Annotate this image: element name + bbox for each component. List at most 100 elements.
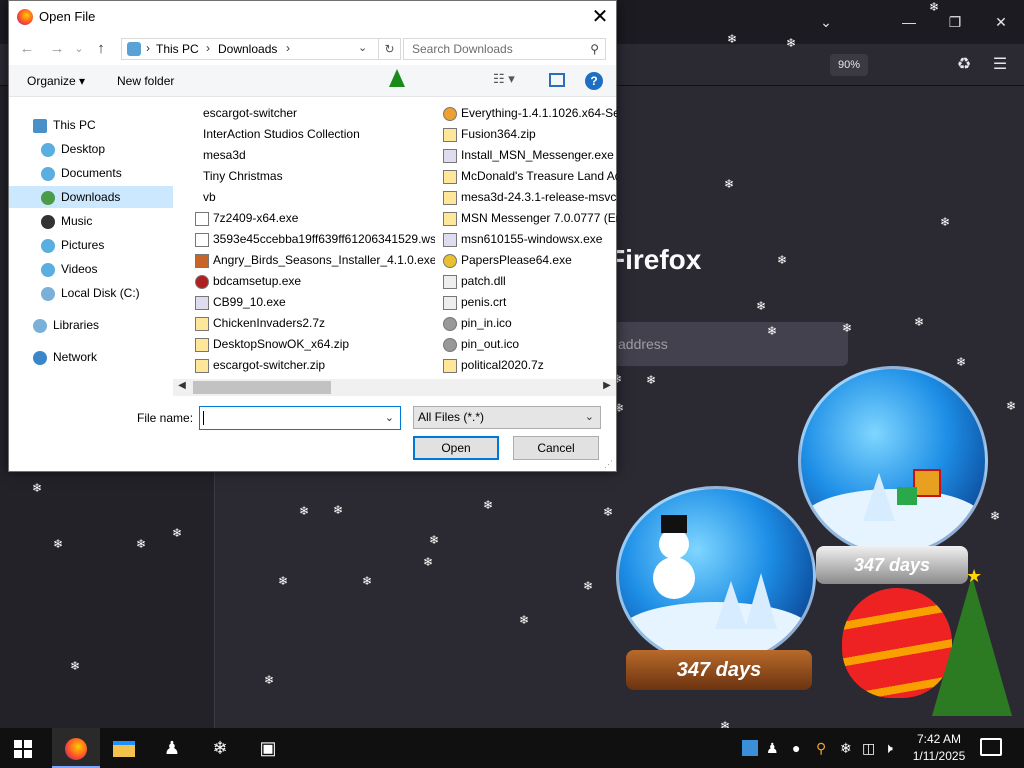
file-type-select[interactable]: All Files (*.*) ⌄ [413, 406, 601, 429]
file-item[interactable]: mesa3d [189, 145, 429, 165]
tray-droplet-icon[interactable]: ● [792, 740, 800, 756]
file-item[interactable]: Angry_Birds_Seasons_Installer_4.1.0.exe [195, 250, 435, 270]
recent-locations-chevron-icon[interactable]: ⌄ [73, 39, 85, 59]
firefox-search-field[interactable]: address [600, 322, 848, 366]
tray-snowflake-icon[interactable]: ❄ [840, 740, 852, 757]
breadcrumb-downloads[interactable]: Downloads [218, 42, 277, 56]
back-arrow-icon[interactable]: ← [17, 39, 37, 59]
nav-label: Libraries [53, 318, 100, 332]
tray-everything-icon[interactable]: ⚲ [816, 740, 826, 757]
installer-icon [195, 295, 209, 310]
tray-network-people-icon[interactable]: ♟ [766, 740, 779, 757]
nav-item-videos[interactable]: Videos [41, 258, 173, 280]
file-item[interactable]: InterAction Studios Collection [189, 124, 429, 144]
nav-label: Documents [61, 166, 122, 180]
search-input[interactable]: Search Downloads ⚲ [403, 38, 606, 60]
puzzle-icon[interactable]: ♻ [952, 54, 976, 76]
file-item[interactable]: CB99_10.exe [195, 292, 435, 312]
file-explorer-icon[interactable] [100, 728, 148, 768]
pictures-icon [41, 238, 55, 253]
maximize-icon[interactable]: ❐ [940, 8, 970, 36]
nav-item-local-disk[interactable]: Local Disk (C:) [41, 282, 173, 304]
msn-messenger-icon[interactable]: ♟ [148, 728, 196, 768]
file-item[interactable]: mesa3d-24.3.1-release-msvc.7z [443, 187, 617, 207]
file-item[interactable]: pin_in.ico [443, 313, 617, 333]
desktop-icon [41, 142, 55, 157]
scroll-right-icon[interactable]: ▶ [600, 380, 614, 391]
clock-time: 7:42 AM [916, 732, 962, 746]
nav-item-music[interactable]: Music [41, 210, 173, 232]
chevron-down-icon[interactable]: ⌄ [385, 411, 394, 424]
file-item[interactable]: McDonald's Treasure Land Adve [443, 166, 617, 186]
file-item[interactable]: MSN Messenger 7.0.0777 (Engli [443, 208, 617, 228]
globe-small-base: 347 days [626, 650, 812, 690]
refresh-icon[interactable]: ↻ [378, 39, 400, 59]
help-icon[interactable]: ? [585, 72, 603, 90]
file-item[interactable]: escargot-switcher.zip [195, 355, 435, 375]
file-name: McDonald's Treasure Land Adve [461, 169, 617, 183]
file-item[interactable]: Install_MSN_Messenger.exe [443, 145, 617, 165]
nav-item-network[interactable]: Network [33, 346, 173, 368]
resize-grip-icon[interactable]: ⋰ [604, 459, 614, 469]
file-item[interactable]: escargot-switcher [189, 103, 429, 123]
address-dropdown-icon[interactable]: ⌄ [358, 41, 367, 54]
tab-list-chevron-down-icon[interactable]: ⌄ [814, 10, 838, 34]
file-item[interactable]: ChickenInvaders2.7z [195, 313, 435, 333]
clock[interactable]: 7:42 AM 1/11/2025 [906, 731, 972, 765]
minimize-icon[interactable]: — [894, 8, 924, 36]
scroll-left-icon[interactable]: ◀ [175, 380, 189, 391]
open-button[interactable]: Open [413, 436, 499, 460]
horizontal-scrollbar[interactable]: ◀ ▶ [173, 379, 616, 396]
nav-item-desktop[interactable]: Desktop [41, 138, 173, 160]
breadcrumb-this-pc[interactable]: This PC [156, 42, 199, 56]
tray-app-icon[interactable] [742, 740, 758, 756]
tray-volume-muted-icon[interactable]: 🕨 [884, 740, 893, 757]
monitor-app-icon[interactable]: ▣ [244, 728, 292, 768]
notification-center-icon[interactable] [980, 738, 1002, 756]
close-icon[interactable]: ✕ [587, 4, 613, 30]
file-item[interactable]: msn610155-windowsx.exe [443, 229, 617, 249]
snowflake-app-icon[interactable]: ❄ [196, 728, 244, 768]
file-item[interactable]: DesktopSnowOK_x64.zip [195, 334, 435, 354]
forward-arrow-icon[interactable]: → [47, 39, 67, 59]
documents-icon [41, 166, 55, 181]
file-item[interactable]: bdcamsetup.exe [195, 271, 435, 291]
zoom-level-badge[interactable]: 90% [830, 54, 868, 76]
file-item[interactable]: Everything-1.4.1.1026.x64-Setup [443, 103, 617, 123]
file-name-input[interactable]: ⌄ [199, 406, 401, 430]
window-close-icon[interactable]: ✕ [986, 8, 1016, 36]
search-icon: ⚲ [590, 42, 599, 56]
start-icon[interactable] [0, 728, 48, 768]
breadcrumb-separator: › [146, 41, 150, 55]
view-options-icon[interactable]: ☷ ▾ [493, 71, 533, 91]
file-item[interactable]: Fusion364.zip [443, 124, 617, 144]
snowflake-icon: ❄ [914, 315, 925, 329]
cancel-button[interactable]: Cancel [513, 436, 599, 460]
file-item[interactable]: political2020.7z [443, 355, 617, 375]
file-item[interactable]: 3593e45ccebba19ff639ff61206341529.wsz [195, 229, 435, 249]
scrollbar-thumb[interactable] [193, 381, 331, 394]
file-name: penis.crt [461, 295, 507, 309]
up-arrow-icon[interactable]: ↑ [91, 39, 111, 59]
file-item[interactable]: penis.crt [443, 292, 617, 312]
nav-item-this-pc[interactable]: This PC [33, 114, 173, 136]
tray-network-icon[interactable]: ◫ [862, 740, 875, 757]
address-bar[interactable]: › This PC › Downloads › ⌄ ↻ [121, 38, 401, 60]
organize-button[interactable]: Organize ▾ [27, 74, 85, 88]
file-item[interactable]: Tiny Christmas [189, 166, 429, 186]
new-folder-button[interactable]: New folder [117, 74, 174, 88]
nav-item-downloads[interactable]: Downloads [9, 186, 173, 208]
nav-label: Pictures [61, 238, 105, 252]
firefox-icon[interactable] [52, 728, 100, 768]
file-item[interactable]: pin_out.ico [443, 334, 617, 354]
file-item[interactable]: PapersPlease64.exe [443, 250, 617, 270]
file-item[interactable]: 7z2409-x64.exe [195, 208, 435, 228]
organize-label: Organize [27, 74, 76, 88]
nav-item-libraries[interactable]: Libraries [33, 314, 173, 336]
hamburger-icon[interactable]: ☰ [988, 54, 1012, 76]
nav-item-documents[interactable]: Documents [41, 162, 173, 184]
preview-pane-icon[interactable] [549, 73, 565, 87]
file-item[interactable]: patch.dll [443, 271, 617, 291]
file-item[interactable]: vb [189, 187, 429, 207]
nav-item-pictures[interactable]: Pictures [41, 234, 173, 256]
